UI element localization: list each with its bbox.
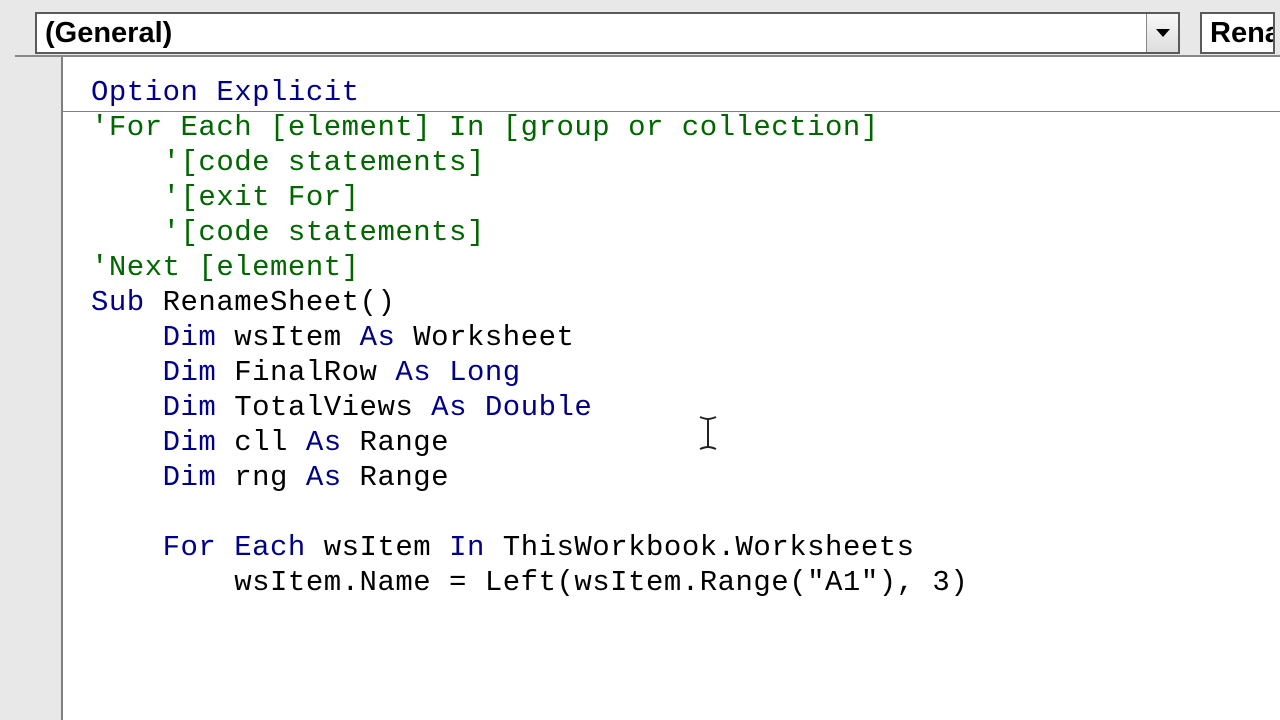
object-dropdown-button[interactable] bbox=[1146, 14, 1178, 52]
code-line-3: '[code statements] bbox=[91, 146, 485, 179]
code-line-14-mid: wsItem bbox=[306, 531, 449, 564]
code-line-10-var: TotalViews bbox=[216, 391, 431, 424]
code-line-10-as: As bbox=[431, 391, 467, 424]
procedure-dropdown-value: Renam bbox=[1202, 17, 1273, 50]
code-line-8-dim: Dim bbox=[91, 321, 216, 354]
vba-editor-window: (General) Renam Option Explicit 'For Eac… bbox=[0, 0, 1280, 720]
code-line-9-as: As bbox=[395, 356, 431, 389]
code-line-2: 'For Each [element] In [group or collect… bbox=[91, 111, 879, 144]
code-line-15: wsItem.Name = Left(wsItem.Range("A1"), 3… bbox=[91, 566, 968, 599]
code-line-12-as: As bbox=[306, 461, 342, 494]
code-line-8-var: wsItem bbox=[216, 321, 359, 354]
text-cursor-icon bbox=[698, 415, 718, 455]
code-line-14-in: In bbox=[449, 531, 485, 564]
code-editor[interactable]: Option Explicit 'For Each [element] In [… bbox=[63, 57, 1280, 720]
object-dropdown-value: (General) bbox=[37, 17, 1146, 50]
code-line-9-var: FinalRow bbox=[216, 356, 395, 389]
code-line-5: '[code statements] bbox=[91, 216, 485, 249]
code-line-14-rest: ThisWorkbook.Worksheets bbox=[485, 531, 915, 564]
chevron-down-icon bbox=[1156, 29, 1170, 37]
procedure-dropdown[interactable]: Renam bbox=[1200, 12, 1275, 54]
code-line-12-type: Range bbox=[342, 461, 449, 494]
code-line-6: 'Next [element] bbox=[91, 251, 360, 284]
code-line-9-dim: Dim bbox=[91, 356, 216, 389]
code-line-10-dim: Dim bbox=[91, 391, 216, 424]
code-line-11-var: cll bbox=[216, 426, 306, 459]
code-line-11-as: As bbox=[306, 426, 342, 459]
code-editor-container: Option Explicit 'For Each [element] In [… bbox=[15, 55, 1280, 720]
code-line-4: '[exit For] bbox=[91, 181, 360, 214]
code-line-12-var: rng bbox=[216, 461, 306, 494]
code-line-8-as: As bbox=[360, 321, 396, 354]
code-line-7-sub: Sub bbox=[91, 286, 145, 319]
object-dropdown[interactable]: (General) bbox=[35, 12, 1180, 54]
code-line-10-type: Double bbox=[467, 391, 592, 424]
code-line-9-type: Long bbox=[431, 356, 521, 389]
code-line-11-type: Range bbox=[342, 426, 449, 459]
code-line-8-type: Worksheet bbox=[395, 321, 574, 354]
code-line-11-dim: Dim bbox=[91, 426, 216, 459]
code-line-7-name: RenameSheet() bbox=[145, 286, 396, 319]
procedure-separator bbox=[63, 111, 1280, 112]
code-line-1: Option Explicit bbox=[91, 76, 360, 109]
code-line-14-for: For Each bbox=[91, 531, 306, 564]
object-procedure-bar: (General) Renam bbox=[35, 12, 1280, 54]
code-line-12-dim: Dim bbox=[91, 461, 216, 494]
code-margin bbox=[15, 57, 63, 720]
